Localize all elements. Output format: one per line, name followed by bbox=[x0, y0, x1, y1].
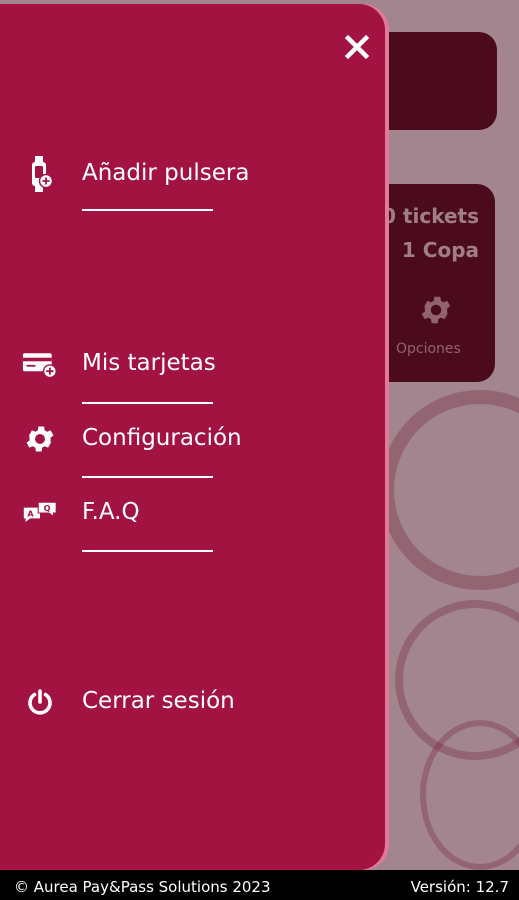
wristband-add-icon bbox=[22, 156, 58, 192]
menu-item-add-wristband[interactable]: Añadir pulsera bbox=[0, 152, 300, 196]
version-text: Versión: 12.7 bbox=[410, 878, 509, 896]
svg-text:Q: Q bbox=[44, 503, 51, 513]
card-add-icon bbox=[22, 348, 58, 380]
menu-label-settings: Configuración bbox=[82, 425, 242, 451]
close-button[interactable] bbox=[344, 34, 370, 60]
side-drawer: Añadir pulsera Mis tarjetas Configuració… bbox=[0, 4, 385, 870]
divider bbox=[82, 209, 213, 211]
menu-label-add-wristband: Añadir pulsera bbox=[82, 160, 250, 186]
close-icon bbox=[344, 34, 370, 60]
chat-bubbles-icon: A Q bbox=[22, 497, 58, 529]
power-icon bbox=[22, 686, 58, 718]
gear-icon bbox=[22, 423, 58, 455]
menu-item-faq[interactable]: A Q F.A.Q bbox=[0, 491, 300, 535]
menu-label-my-cards: Mis tarjetas bbox=[82, 350, 216, 376]
footer-bar: © Aurea Pay&Pass Solutions 2023 Versión:… bbox=[0, 870, 519, 900]
svg-text:A: A bbox=[27, 509, 34, 519]
divider bbox=[82, 550, 213, 552]
copyright-text: © Aurea Pay&Pass Solutions 2023 bbox=[14, 878, 271, 896]
menu-item-my-cards[interactable]: Mis tarjetas bbox=[0, 342, 300, 386]
menu-item-settings[interactable]: Configuración bbox=[0, 417, 300, 461]
divider bbox=[82, 402, 213, 404]
menu-label-faq: F.A.Q bbox=[82, 499, 140, 525]
divider bbox=[82, 476, 213, 478]
menu-label-logout: Cerrar sesión bbox=[82, 688, 235, 714]
menu-item-logout[interactable]: Cerrar sesión bbox=[0, 680, 300, 724]
